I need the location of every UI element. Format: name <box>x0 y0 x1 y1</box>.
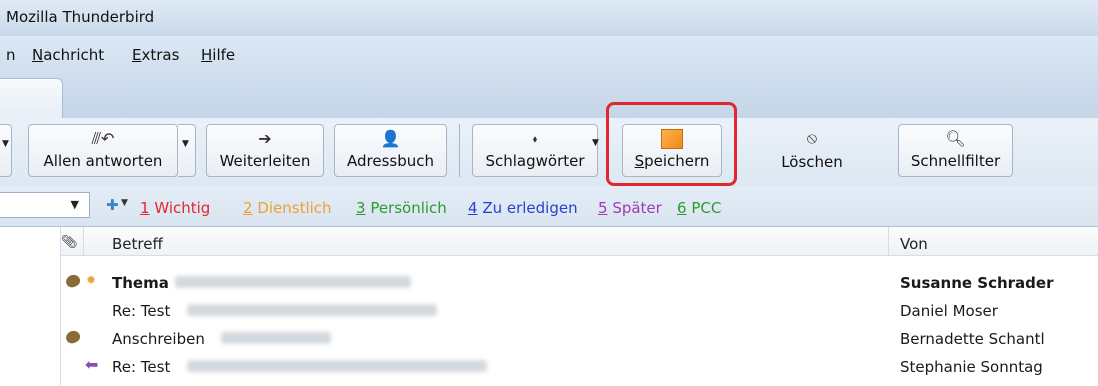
column-header-from[interactable]: Von <box>900 235 928 253</box>
chevron-down-icon: ▼ <box>182 139 189 149</box>
message-subject: Re: Test <box>112 358 171 376</box>
reply-all-dropdown-button[interactable]: ▼ <box>178 124 196 177</box>
tab-strip <box>0 66 1098 120</box>
message-list-header: 📎︎ Betreff Von <box>61 227 1098 256</box>
redacted-text <box>187 360 487 372</box>
window-title: Mozilla Thunderbird <box>6 8 155 26</box>
attachment-icon <box>64 328 82 346</box>
replied-icon: ⬅︎ <box>85 355 99 374</box>
reply-all-label: Allen antworten <box>43 152 163 170</box>
redacted-text <box>187 304 437 316</box>
table-row[interactable]: Anschreiben Bernadette Schantl <box>61 325 1098 350</box>
address-book-label: Adressbuch <box>347 152 434 170</box>
tag-zu-erledigen[interactable]: 4 Zu erledigen <box>468 199 578 217</box>
attachment-icon <box>64 272 82 290</box>
menu-bar: n Nachricht Extras Hilfe <box>0 36 1098 66</box>
column-separator <box>888 227 889 255</box>
message-list: 📎︎ Betreff Von ✹ Thema Susanne Schrader … <box>61 227 1098 386</box>
address-book-icon: 👤 <box>380 129 401 148</box>
menu-item-nachricht[interactable]: Nachricht <box>32 46 104 64</box>
highlight-frame <box>606 102 737 186</box>
tag-persoenlich[interactable]: 3 Persönlich <box>356 199 447 217</box>
toolbar-separator <box>459 124 460 177</box>
column-header-subject[interactable]: Betreff <box>112 235 163 253</box>
tag-spaeter[interactable]: 5 Später <box>598 199 662 217</box>
tag-pcc[interactable]: 6 PCC <box>677 199 721 217</box>
message-toolbar: ▼ ⫻↶ Allen antworten ▼ ➔ Weiterleiten 👤 … <box>0 118 1098 186</box>
table-row[interactable]: ✹ Thema Susanne Schrader <box>61 269 1098 294</box>
forward-label: Weiterleiten <box>219 152 311 170</box>
tab-mail[interactable] <box>0 78 63 120</box>
chevron-down-icon: ▼ <box>592 138 599 148</box>
table-row[interactable]: Re: Test Daniel Moser <box>61 297 1098 322</box>
attachment-column-icon[interactable]: 📎︎ <box>61 235 78 250</box>
message-subject: Thema <box>112 274 169 292</box>
redacted-text <box>221 332 331 344</box>
add-tag-icon[interactable]: ✚ <box>106 196 119 214</box>
menu-item-extras[interactable]: Extras <box>132 46 179 64</box>
tag-dienstlich[interactable]: 2 Dienstlich <box>243 199 332 217</box>
quick-filter-label: Schnellfilter <box>910 152 1001 170</box>
title-bar: Mozilla Thunderbird <box>0 0 1098 37</box>
tags-button[interactable]: ⬪ Schlagwörter <box>472 124 598 177</box>
forward-button[interactable]: ➔ Weiterleiten <box>206 124 324 177</box>
chevron-down-icon[interactable]: ▼ <box>121 198 128 208</box>
chevron-down-icon: ▼ <box>2 139 9 149</box>
forward-icon: ➔ <box>258 129 272 148</box>
delete-label: Löschen <box>781 153 843 171</box>
delete-icon: ⦸ <box>806 128 818 147</box>
menu-item-hilfe[interactable]: Hilfe <box>201 46 235 64</box>
tag-wichtig[interactable]: 1 Wichtig <box>140 199 210 217</box>
quick-filter-button[interactable]: 🔍︎ Schnellfilter <box>898 124 1013 177</box>
tag-bar: ▼ ✚ ▼ 1 Wichtig 2 Dienstlich 3 Persönlic… <box>0 186 1098 227</box>
folder-dropdown[interactable]: ▼ <box>0 192 90 218</box>
folder-pane <box>0 227 61 386</box>
message-sender: Susanne Schrader <box>900 274 1054 292</box>
redacted-text <box>175 276 411 288</box>
delete-button[interactable]: ⦸ Löschen <box>742 124 882 177</box>
message-sender: Daniel Moser <box>900 302 998 320</box>
address-book-button[interactable]: 👤 Adressbuch <box>334 124 447 177</box>
message-subject: Re: Test <box>112 302 171 320</box>
reply-all-button[interactable]: ⫻↶ Allen antworten <box>28 124 178 177</box>
tags-dropdown-button[interactable]: ▼ <box>588 124 602 177</box>
column-separator <box>83 227 84 255</box>
reply-dropdown-button[interactable]: ▼ <box>0 124 12 177</box>
message-sender: Stephanie Sonntag <box>900 358 1043 376</box>
tag-icon: ⬪ <box>532 129 538 148</box>
menu-item-partial[interactable]: n <box>6 46 16 64</box>
star-icon[interactable]: ✹ <box>86 273 96 287</box>
reply-all-icon: ⫻↶ <box>91 129 115 148</box>
chevron-down-icon: ▼ <box>70 198 79 211</box>
message-subject: Anschreiben <box>112 330 205 348</box>
search-icon: 🔍︎ <box>945 129 966 148</box>
table-row[interactable]: ⬅︎ Re: Test Stephanie Sonntag <box>61 353 1098 378</box>
tags-label: Schlagwörter <box>485 152 585 170</box>
message-sender: Bernadette Schantl <box>900 330 1045 348</box>
